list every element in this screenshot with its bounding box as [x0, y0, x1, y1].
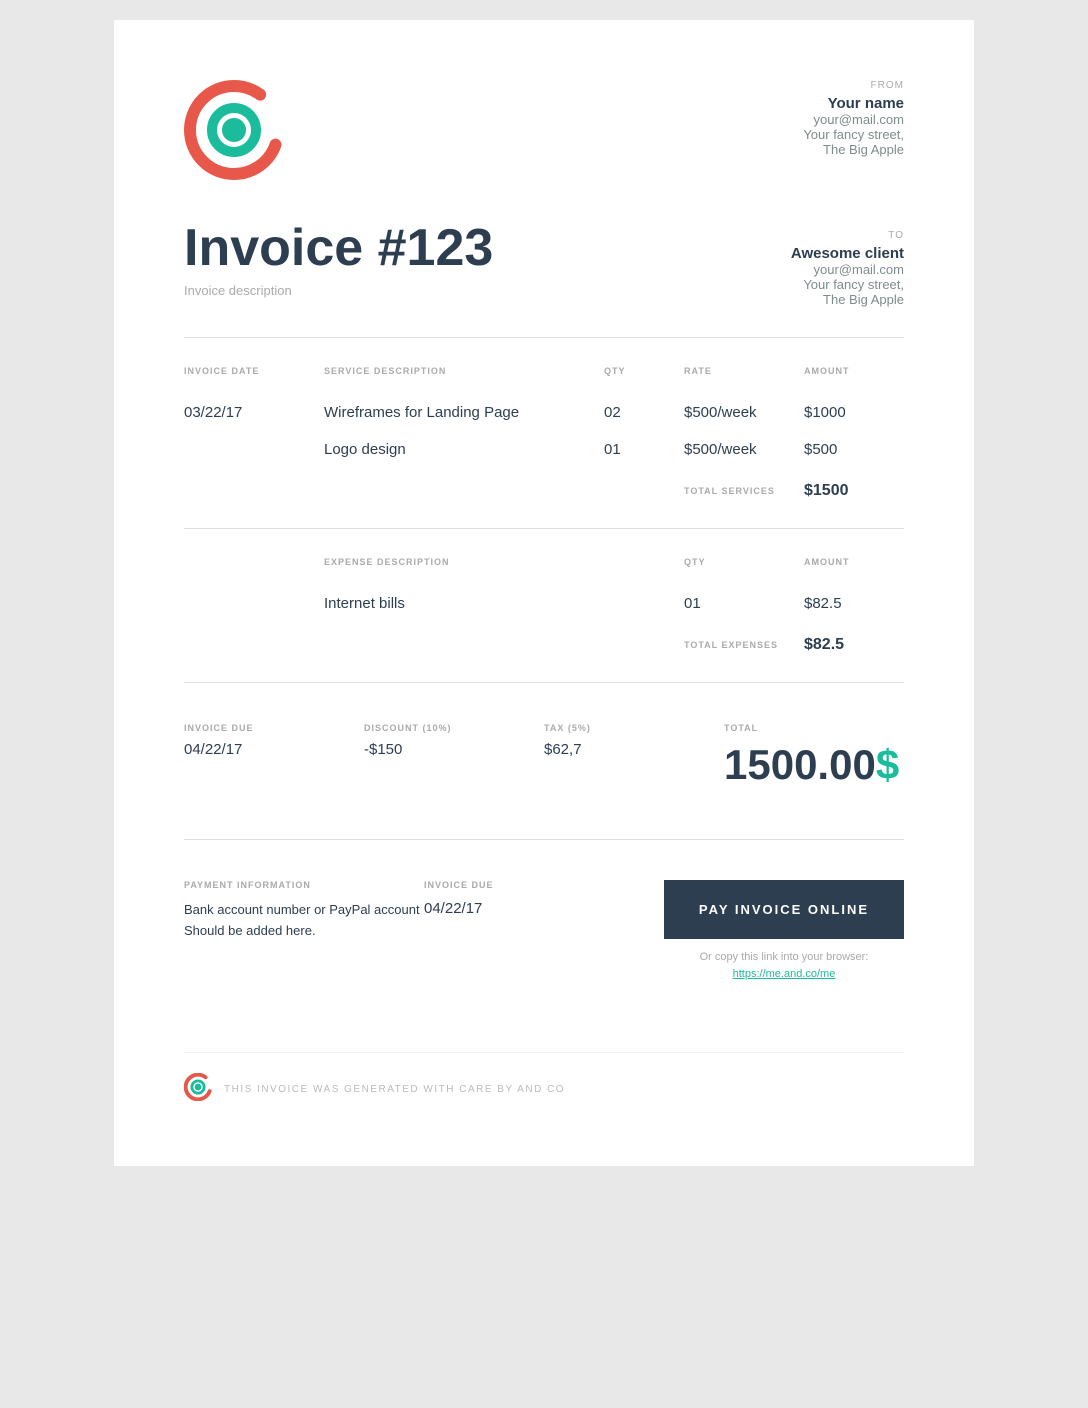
invoice-title: Invoice #123	[184, 220, 493, 277]
service-qty-1: 02	[604, 404, 684, 421]
services-total-row: TOTAL SERVICES $1500	[184, 474, 904, 508]
page-header: FROM Your name your@mail.com Your fancy …	[184, 80, 904, 180]
expenses-total-label: TOTAL EXPENSES	[684, 640, 804, 650]
summary-invoice-due-value: 04/22/17	[184, 741, 364, 758]
to-block: TO Awesome client your@mail.com Your fan…	[791, 230, 904, 307]
service-desc-1: Wireframes for Landing Page	[324, 404, 604, 421]
divider-1	[184, 337, 904, 338]
from-email: your@mail.com	[803, 112, 904, 127]
col-invoice-date: INVOICE DATE	[184, 366, 324, 376]
expense-desc-1: Internet bills	[324, 595, 684, 612]
expenses-table-header: EXPENSE DESCRIPTION QTY AMOUNT	[184, 549, 904, 575]
summary-tax-label: TAX (5%)	[544, 723, 724, 733]
service-rate-1: $500/week	[684, 404, 804, 421]
from-block: FROM Your name your@mail.com Your fancy …	[803, 80, 904, 157]
footer-text: THIS INVOICE WAS GENERATED WITH CARE BY …	[224, 1084, 565, 1095]
from-street: Your fancy street,	[803, 127, 904, 142]
payment-info-col: PAYMENT INFORMATION Bank account number …	[184, 880, 424, 942]
from-name: Your name	[803, 95, 904, 112]
col-qty: QTY	[604, 366, 684, 376]
summary-discount-label: DISCOUNT (10%)	[364, 723, 544, 733]
summary-discount-value: -$150	[364, 741, 544, 758]
to-street: Your fancy street,	[791, 277, 904, 292]
col-service-desc: SERVICE DESCRIPTION	[324, 366, 604, 376]
col-exp-qty: QTY	[684, 557, 804, 567]
divider-3	[184, 682, 904, 683]
empty-exp-header	[184, 557, 324, 567]
summary-discount-col: DISCOUNT (10%) -$150	[364, 723, 544, 789]
payment-due-date: 04/22/17	[424, 900, 664, 917]
services-section: INVOICE DATE SERVICE DESCRIPTION QTY RAT…	[184, 358, 904, 508]
payment-due-col: INVOICE DUE 04/22/17	[424, 880, 664, 917]
to-city: The Big Apple	[791, 292, 904, 307]
invoice-date-value: 03/22/17	[184, 404, 324, 421]
payment-section: PAYMENT INFORMATION Bank account number …	[184, 860, 904, 1002]
invoice-title-block: Invoice #123 Invoice description	[184, 220, 493, 298]
service-rate-2: $500/week	[684, 441, 804, 458]
service-qty-2: 01	[604, 441, 684, 458]
summary-total-amount: 1500.00$	[724, 741, 904, 789]
service-amount-2: $500	[804, 441, 904, 458]
summary-invoice-due-col: INVOICE DUE 04/22/17	[184, 723, 364, 789]
divider-2	[184, 528, 904, 529]
services-table-header: INVOICE DATE SERVICE DESCRIPTION QTY RAT…	[184, 358, 904, 384]
footer-logo	[184, 1073, 212, 1106]
expense-amount-1: $82.5	[804, 595, 904, 612]
payment-info-label: PAYMENT INFORMATION	[184, 880, 424, 890]
col-expense-desc: EXPENSE DESCRIPTION	[324, 557, 684, 567]
total-currency-symbol: $	[876, 741, 899, 788]
expenses-section: EXPENSE DESCRIPTION QTY AMOUNT Internet …	[184, 549, 904, 662]
service-desc-2: Logo design	[324, 441, 604, 458]
payment-due-label: INVOICE DUE	[424, 880, 664, 890]
summary-total-col: TOTAL 1500.00$	[724, 723, 904, 789]
page-footer: THIS INVOICE WAS GENERATED WITH CARE BY …	[184, 1052, 904, 1106]
divider-4	[184, 839, 904, 840]
pay-link-text: Or copy this link into your browser: htt…	[700, 949, 869, 982]
expenses-total-value: $82.5	[804, 636, 904, 654]
to-name: Awesome client	[791, 245, 904, 262]
col-amount: AMOUNT	[804, 366, 904, 376]
col-exp-amount: AMOUNT	[804, 557, 904, 567]
summary-total-label: TOTAL	[724, 723, 904, 733]
table-row: 03/22/17 Wireframes for Landing Page 02 …	[184, 394, 904, 431]
invoice-title-row: Invoice #123 Invoice description TO Awes…	[184, 220, 904, 307]
summary-tax-col: TAX (5%) $62,7	[544, 723, 724, 789]
summary-invoice-due-label: INVOICE DUE	[184, 723, 364, 733]
expenses-total-row: TOTAL EXPENSES $82.5	[184, 628, 904, 662]
pay-link-prefix: Or copy this link into your browser:	[700, 951, 869, 963]
expense-qty-1: 01	[684, 595, 804, 612]
table-row: Logo design 01 $500/week $500	[184, 431, 904, 468]
services-total-value: $1500	[804, 482, 904, 500]
payment-info-text: Bank account number or PayPal accountSho…	[184, 900, 424, 942]
table-row: Internet bills 01 $82.5	[184, 585, 904, 622]
summary-tax-value: $62,7	[544, 741, 724, 758]
from-city: The Big Apple	[803, 142, 904, 157]
to-email: your@mail.com	[791, 262, 904, 277]
pay-invoice-button[interactable]: PAY INVOICE ONLINE	[664, 880, 904, 939]
services-total-label: TOTAL SERVICES	[684, 486, 804, 496]
total-amount-number: 1500.00	[724, 741, 876, 788]
from-label: FROM	[803, 80, 904, 91]
invoice-page: FROM Your name your@mail.com Your fancy …	[114, 20, 974, 1166]
summary-section: INVOICE DUE 04/22/17 DISCOUNT (10%) -$15…	[184, 703, 904, 809]
service-amount-1: $1000	[804, 404, 904, 421]
col-rate: RATE	[684, 366, 804, 376]
company-logo	[184, 80, 284, 180]
invoice-description: Invoice description	[184, 283, 493, 298]
pay-button-col: PAY INVOICE ONLINE Or copy this link int…	[664, 880, 904, 982]
to-label: TO	[791, 230, 904, 241]
pay-link-url[interactable]: https://me.and.co/me	[733, 968, 836, 980]
